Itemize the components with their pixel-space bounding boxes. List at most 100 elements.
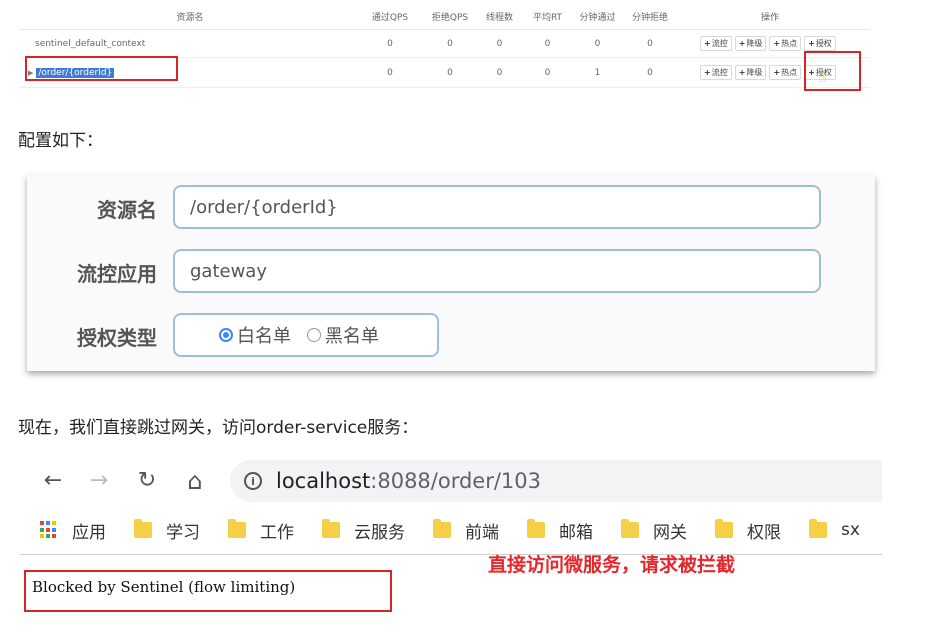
threads: 0	[496, 67, 503, 78]
header-block-qps: 拒绝QPS	[431, 13, 469, 23]
radio-unchecked-icon	[307, 328, 321, 342]
limit-app-input[interactable]: gateway	[173, 249, 821, 293]
forward-arrow-icon[interactable]: →	[86, 468, 112, 494]
button-label: 流控	[711, 39, 728, 48]
address-bar[interactable]: i localhost:8088/order/103	[230, 460, 882, 502]
folder-icon	[228, 519, 246, 538]
button-label: 降级	[746, 68, 763, 77]
minute-pass: 1	[594, 67, 601, 78]
block-qps: 0	[447, 67, 453, 78]
highlight-box-authority	[804, 51, 861, 91]
blacklist-label: 黑名单	[325, 326, 379, 347]
apps-grid-icon	[40, 521, 58, 539]
bookmark-label: 云服务	[354, 522, 405, 543]
annotation-text: 直接访问微服务，请求被拦截	[488, 554, 736, 576]
whitelist-label: 白名单	[237, 326, 291, 347]
table-header: 资源名 通过QPS 拒绝QPS 线程数 平均RT 分钟通过 分钟拒绝 操作	[20, 4, 870, 30]
degrade-button[interactable]: + 降级	[734, 65, 767, 80]
direct-access-heading: 现在，我们直接跳过网关，访问order-service服务：	[18, 418, 419, 438]
minute-pass: 0	[594, 38, 601, 49]
flow-control-button[interactable]: + 流控	[700, 65, 732, 80]
browser-window: ← → ↻ ⌂ i localhost:8088/order/103 应用 学习…	[20, 458, 882, 556]
browser-divider	[20, 554, 882, 555]
header-pass-qps: 通过QPS	[371, 13, 409, 23]
pointer-cursor-icon: ☝	[818, 70, 827, 86]
folder-icon	[433, 519, 451, 538]
bookmark-folder[interactable]: 邮箱	[527, 518, 593, 543]
minute-block: 0	[647, 38, 653, 49]
url-path: :8088/order/103	[370, 469, 542, 493]
bookmark-folder[interactable]: sx	[809, 519, 860, 540]
folder-icon	[322, 519, 340, 538]
bookmark-folder[interactable]: 网关	[621, 518, 687, 543]
header-minute-block: 分钟拒绝	[631, 13, 668, 23]
form-row-type: 授权类型 白名单 黑名单	[27, 313, 875, 359]
strategy-radio-group: 白名单 黑名单	[173, 313, 439, 357]
resource-name: sentinel_default_context	[35, 38, 146, 49]
blocked-message: Blocked by Sentinel (flow limiting)	[32, 578, 296, 596]
header-minute-pass: 分钟通过	[579, 13, 616, 23]
button-label: 流控	[711, 68, 728, 77]
header-actions: 操作	[760, 13, 779, 23]
authority-button[interactable]: + 授权	[804, 36, 836, 51]
plus-icon: +	[738, 39, 746, 48]
bookmark-folder[interactable]: 权限	[715, 518, 781, 543]
blacklist-radio[interactable]: 黑名单	[307, 322, 379, 348]
bookmark-label: 前端	[465, 522, 499, 543]
reload-icon[interactable]: ↻	[134, 468, 160, 494]
table-row: sentinel_default_context 0 0 0 0 0 0 + 流控…	[20, 30, 870, 58]
highlight-box-resource	[25, 56, 178, 81]
folder-icon	[715, 519, 733, 538]
header-threads: 线程数	[485, 13, 513, 23]
bookmark-apps[interactable]: 应用	[40, 518, 106, 543]
resource-label: 资源名	[97, 197, 157, 222]
button-label: 热点	[781, 39, 798, 48]
folder-icon	[621, 519, 639, 538]
plus-icon: +	[773, 39, 781, 48]
bookmark-label: 网关	[653, 522, 687, 543]
back-arrow-icon[interactable]: ←	[40, 468, 66, 494]
pass-qps: 0	[387, 38, 393, 49]
bookmark-label: 学习	[166, 522, 200, 543]
pass-qps: 0	[387, 67, 393, 78]
info-icon[interactable]: i	[244, 472, 262, 490]
bookmark-folder[interactable]: 学习	[134, 518, 200, 543]
form-row-app: 流控应用 gateway	[27, 249, 875, 295]
config-heading: 配置如下：	[18, 131, 103, 151]
avg-rt: 0	[544, 67, 551, 78]
resource-input[interactable]: /order/{orderId}	[173, 185, 821, 229]
folder-icon	[809, 519, 827, 538]
folder-icon	[134, 519, 152, 538]
button-label: 降级	[746, 39, 763, 48]
bookmark-label: sx	[841, 520, 860, 540]
header-avg-rt: 平均RT	[532, 13, 563, 23]
degrade-button[interactable]: + 降级	[734, 36, 767, 51]
whitelist-radio[interactable]: 白名单	[219, 322, 291, 348]
button-label: 热点	[781, 68, 798, 77]
url-host: localhost	[276, 469, 371, 493]
header-resource: 资源名	[176, 13, 204, 23]
plus-icon: +	[704, 68, 711, 77]
hotspot-button[interactable]: + 热点	[769, 65, 802, 80]
avg-rt: 0	[544, 38, 551, 49]
plus-icon: +	[738, 68, 746, 77]
bookmark-folder[interactable]: 云服务	[322, 518, 405, 543]
bookmark-label: 应用	[72, 522, 106, 543]
minute-block: 0	[647, 67, 653, 78]
bookmark-label: 权限	[747, 522, 781, 543]
radio-checked-icon	[219, 328, 233, 342]
bookmark-label: 工作	[260, 522, 294, 543]
bookmark-label: 邮箱	[559, 522, 593, 543]
plus-icon: +	[808, 39, 815, 48]
button-label: 授权	[815, 39, 832, 48]
flow-control-button[interactable]: + 流控	[700, 36, 732, 51]
home-icon[interactable]: ⌂	[182, 468, 208, 494]
strategy-label: 授权类型	[77, 325, 157, 350]
threads: 0	[496, 38, 503, 49]
plus-icon: +	[773, 68, 781, 77]
folder-icon	[527, 519, 545, 538]
bookmark-folder[interactable]: 工作	[228, 518, 294, 543]
authority-rule-form: 资源名 /order/{orderId} 流控应用 gateway 授权类型 白…	[27, 175, 875, 371]
hotspot-button[interactable]: + 热点	[769, 36, 802, 51]
bookmark-folder[interactable]: 前端	[433, 518, 499, 543]
